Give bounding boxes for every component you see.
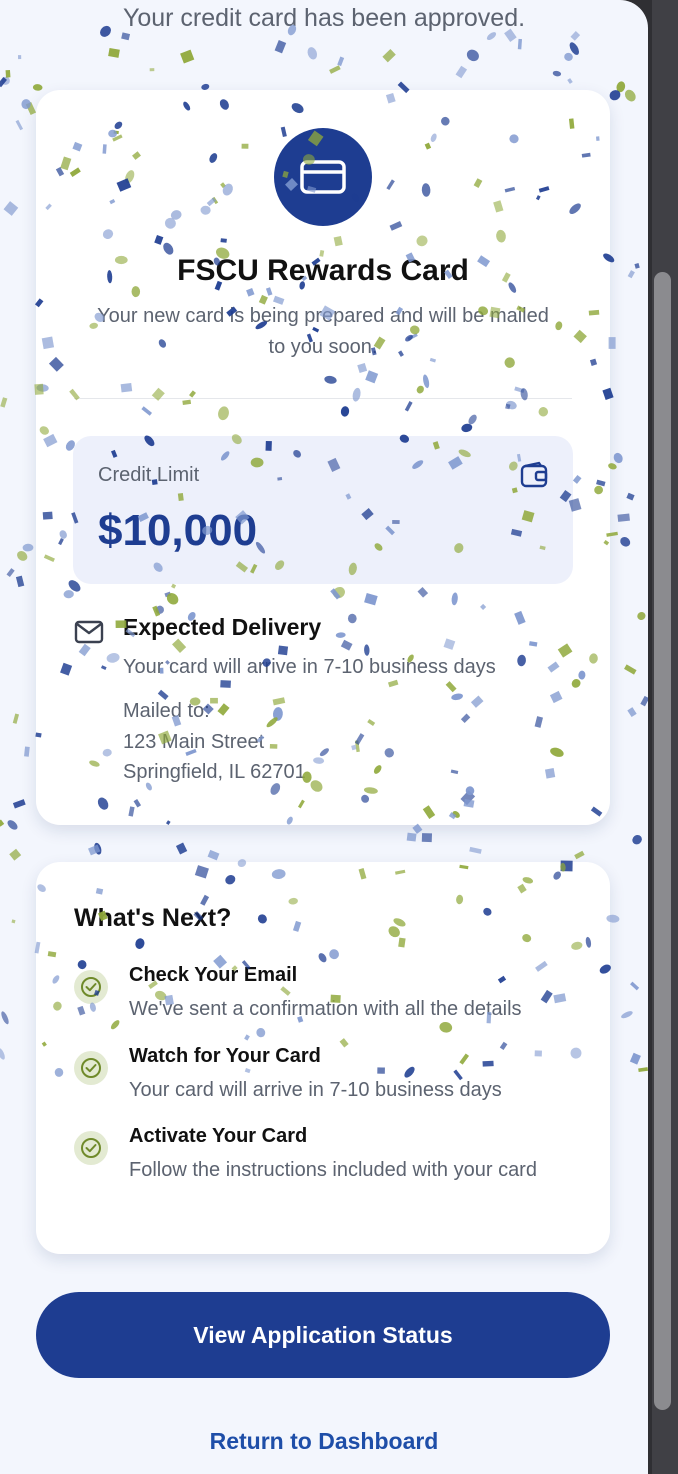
confetti-piece: [88, 844, 101, 856]
confetti-piece: [24, 746, 30, 757]
whats-next-title: What's Next?: [74, 904, 232, 932]
confetti-piece: [94, 842, 102, 855]
confetti-piece: [307, 47, 318, 60]
confetti-piece: [1, 1011, 9, 1025]
confetti-piece: [634, 263, 640, 269]
confetti-piece: [627, 270, 635, 279]
confetti-piece: [613, 452, 623, 464]
return-to-dashboard-link[interactable]: Return to Dashboard: [0, 1428, 648, 1455]
step-description: Your card will arrive in 7-10 business d…: [129, 1079, 502, 1101]
confetti-piece: [574, 850, 585, 860]
confetti-piece: [640, 695, 648, 707]
view-application-status-button[interactable]: View Application Status: [36, 1292, 610, 1378]
confetti-piece: [382, 49, 396, 63]
confetti-piece: [569, 42, 579, 55]
confetti-piece: [21, 99, 31, 110]
confetti-piece: [421, 833, 433, 843]
confetti-piece: [22, 543, 34, 552]
confetti-piece: [638, 1067, 648, 1073]
address-line-2: Springfield, IL 62701: [123, 761, 306, 783]
confetti-piece: [9, 848, 22, 861]
check-circle-icon: [74, 970, 108, 1004]
confetti-piece: [329, 65, 341, 74]
confetti-piece: [11, 919, 16, 924]
confetti-piece: [17, 550, 28, 561]
check-circle-icon: [74, 1051, 108, 1085]
confetti-piece: [0, 76, 7, 88]
confetti-piece: [5, 69, 11, 78]
credit-limit-box: Credit Limit $10,000: [73, 436, 573, 584]
check-circle-icon: [74, 1131, 108, 1165]
confetti-piece: [1, 76, 10, 85]
confetti-piece: [624, 89, 636, 102]
step-title: Check Your Email: [129, 964, 298, 986]
confetti-piece: [25, 101, 37, 116]
confetti-piece: [274, 40, 287, 54]
credit-limit-value: $10,000: [98, 506, 258, 555]
confetti-piece: [0, 397, 8, 408]
confetti-piece: [15, 575, 25, 588]
confetti-piece: [517, 38, 523, 50]
confetti-piece: [627, 707, 637, 718]
confetti-piece: [207, 849, 220, 861]
confetti-piece: [6, 568, 15, 578]
confetti-piece: [0, 1047, 5, 1060]
confetti-piece: [616, 81, 626, 93]
card-summary-panel: FSCU Rewards Card Your new card is being…: [36, 90, 610, 825]
approval-subtitle: Your credit card has been approved.: [122, 4, 526, 32]
confetti-piece: [108, 47, 120, 58]
scrollbar-thumb[interactable]: [654, 272, 671, 1410]
confetti-piece: [406, 832, 417, 842]
whats-next-panel: What's Next? Check Your Email We've sent…: [36, 862, 610, 1254]
confetti-piece: [337, 56, 345, 67]
confetti-piece: [469, 846, 482, 854]
confetti-piece: [621, 1011, 633, 1019]
card-description: Your new card is being prepared and will…: [97, 305, 549, 358]
confetti-piece: [620, 537, 631, 547]
mail-icon: [74, 620, 104, 644]
confetti-piece: [632, 835, 642, 845]
step-description: We've sent a confirmation with all the d…: [129, 998, 522, 1020]
confetti-piece: [552, 70, 562, 77]
step-description: Follow the instructions included with yo…: [129, 1159, 537, 1181]
delivery-subtitle: Your card will arrive in 7-10 business d…: [123, 656, 496, 678]
confetti-piece: [637, 612, 646, 620]
address-line-1: 123 Main Street: [123, 731, 265, 753]
confetti-piece: [626, 492, 635, 501]
step-title: Activate Your Card: [129, 1125, 308, 1147]
confetti-piece: [567, 78, 573, 84]
confetti-piece: [12, 799, 26, 809]
confetti-piece: [7, 820, 18, 830]
confetti-piece: [629, 1052, 641, 1065]
confetti-piece: [3, 201, 19, 216]
confetti-piece: [180, 49, 195, 64]
confetti-piece: [121, 32, 131, 41]
app-screen: Your credit card has been approved. FSCU…: [0, 0, 648, 1474]
confetti-piece: [32, 84, 43, 91]
wallet-icon: [520, 461, 548, 488]
confetti-piece: [624, 664, 637, 675]
confetti-piece: [630, 981, 640, 991]
confetti-piece: [564, 52, 573, 61]
confetti-piece: [15, 119, 24, 131]
confetti-piece: [149, 68, 155, 72]
confetti-piece: [455, 65, 468, 79]
delivery-title: Expected Delivery: [123, 614, 322, 640]
confetti-piece: [412, 823, 423, 834]
confetti-piece: [175, 842, 188, 855]
mailed-to-label: Mailed to:: [123, 700, 210, 722]
card-product-name: FSCU Rewards Card: [177, 254, 469, 287]
confetti-piece: [466, 49, 479, 62]
divider: [74, 398, 572, 399]
confetti-piece: [0, 819, 5, 827]
confetti-piece: [12, 713, 20, 724]
confetti-piece: [617, 513, 630, 522]
confetti-piece: [609, 90, 621, 101]
step-title: Watch for Your Card: [129, 1045, 321, 1067]
confetti-piece: [17, 55, 22, 60]
credit-limit-label: Credit Limit: [98, 464, 200, 486]
credit-card-icon: [274, 128, 372, 226]
